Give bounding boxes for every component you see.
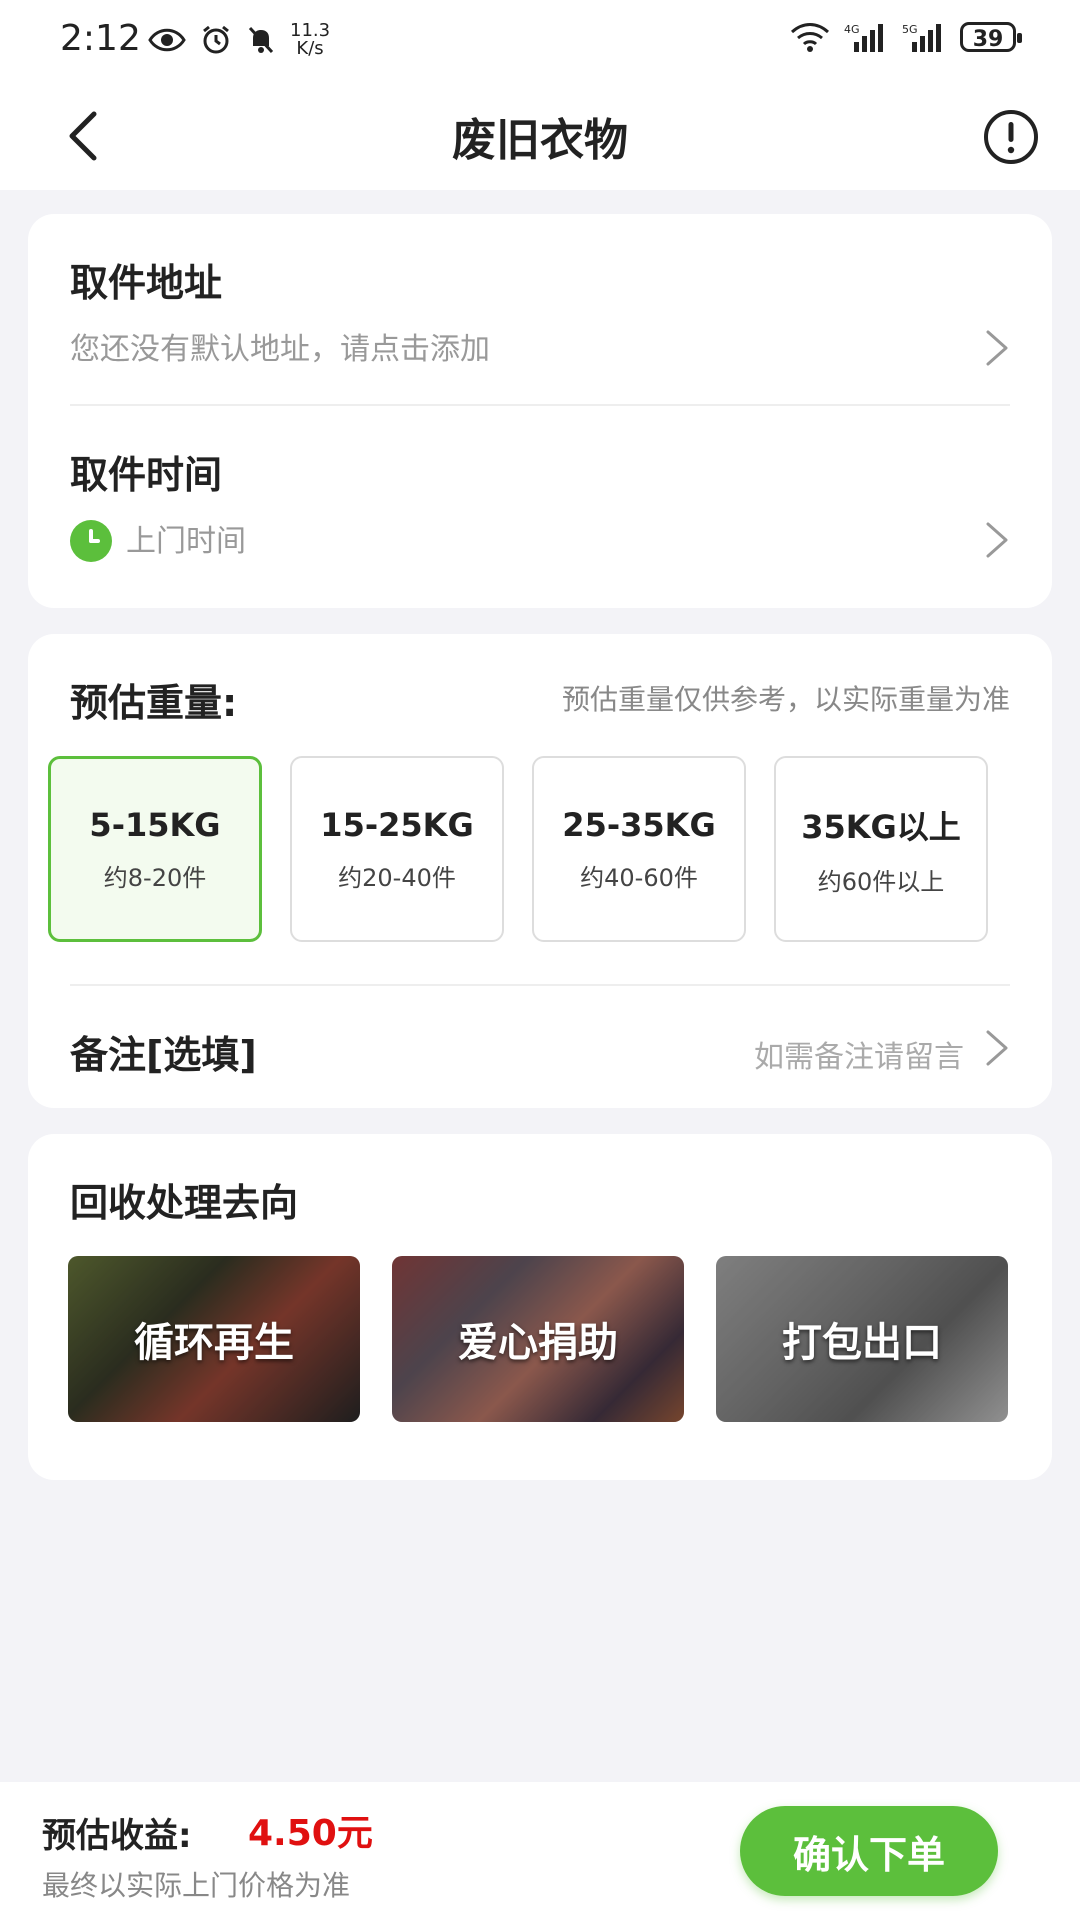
weight-title: 预估重量: xyxy=(70,681,238,725)
option-range: 35KG以上 xyxy=(801,807,961,846)
tile-label: 打包出口 xyxy=(782,1320,942,1366)
address-placeholder: 您还没有默认地址，请点击添加 xyxy=(70,332,490,367)
destination-tile-donate[interactable]: 爱心捐助 xyxy=(392,1256,684,1422)
divider xyxy=(70,984,1010,986)
weight-option-15-25[interactable]: 15-25KG 约20-40件 xyxy=(290,756,504,942)
divider xyxy=(70,404,1010,406)
time-row[interactable]: 上门时间 xyxy=(28,506,1052,576)
info-icon[interactable] xyxy=(982,108,1040,166)
option-range: 5-15KG xyxy=(89,805,221,844)
chevron-right-icon xyxy=(986,330,1008,366)
destination-title: 回收处理去向 xyxy=(70,1181,299,1225)
svg-text:5G: 5G xyxy=(902,23,918,36)
bottom-bar: 预估收益: 4.50元 最终以实际上门价格为准 确认下单 xyxy=(0,1782,1080,1920)
remark-row[interactable]: 备注[选填] 如需备注请留言 xyxy=(28,998,1052,1098)
option-count: 约60件以上 xyxy=(817,867,945,896)
status-bar: 2:12 11.3 K/s 4G 5G 39 xyxy=(0,0,1080,80)
signal-4g-icon: 4G xyxy=(844,23,883,52)
nav-bar: 废旧衣物 xyxy=(0,80,1080,190)
weight-options: 5-15KG 约8-20件 15-25KG 约20-40件 25-35KG 约4… xyxy=(48,756,988,942)
weight-option-35-plus[interactable]: 35KG以上 约60件以上 xyxy=(774,756,988,942)
weight-option-5-15[interactable]: 5-15KG 约8-20件 xyxy=(48,756,262,942)
chevron-right-icon xyxy=(986,1030,1008,1066)
svg-text:4G: 4G xyxy=(844,23,860,36)
earnings-label: 预估收益: xyxy=(42,1816,192,1856)
signal-5g-icon: 5G xyxy=(902,23,941,52)
option-count: 约8-20件 xyxy=(103,863,207,892)
weight-note: 预估重量仅供参考，以实际重量为准 xyxy=(561,683,1010,716)
wifi-icon xyxy=(790,23,830,52)
tile-label: 爱心捐助 xyxy=(458,1320,618,1366)
mute-bell-icon xyxy=(248,26,274,54)
earnings-note: 最终以实际上门价格为准 xyxy=(42,1869,351,1902)
confirm-order-button[interactable]: 确认下单 xyxy=(740,1806,998,1896)
option-range: 15-25KG xyxy=(320,805,474,844)
destination-tile-recycle[interactable]: 循环再生 xyxy=(68,1256,360,1422)
pickup-card: 取件地址 您还没有默认地址，请点击添加 取件时间 上门时间 xyxy=(28,214,1052,608)
clock-icon xyxy=(70,520,112,562)
destination-card: 回收处理去向 循环再生 爱心捐助 打包出口 xyxy=(28,1134,1052,1480)
address-row[interactable]: 您还没有默认地址，请点击添加 xyxy=(28,314,1052,384)
status-right-icons: 4G 5G 39 xyxy=(790,22,1022,52)
chevron-right-icon xyxy=(986,522,1008,558)
destination-tiles: 循环再生 爱心捐助 打包出口 xyxy=(68,1256,1008,1422)
time-placeholder: 上门时间 xyxy=(126,524,246,559)
remark-title: 备注[选填] xyxy=(70,1033,257,1077)
battery-level: 39 xyxy=(972,27,1004,52)
alarm-icon xyxy=(203,25,229,54)
network-speed: 11.3 K/s xyxy=(290,22,330,58)
option-count: 约20-40件 xyxy=(338,863,456,892)
earnings-value: 4.50元 xyxy=(248,1813,373,1854)
option-range: 25-35KG xyxy=(562,805,716,844)
battery-icon: 39 xyxy=(960,22,1022,52)
status-left-icons: 11.3 K/s xyxy=(148,22,330,58)
network-speed-text: 11.3 K/s xyxy=(290,20,331,59)
destination-tile-export[interactable]: 打包出口 xyxy=(716,1256,1008,1422)
address-title: 取件地址 xyxy=(70,261,223,305)
weight-card: 预估重量: 预估重量仅供参考，以实际重量为准 5-15KG 约8-20件 15-… xyxy=(28,634,1052,1108)
weight-option-25-35[interactable]: 25-35KG 约40-60件 xyxy=(532,756,746,942)
page-title: 废旧衣物 xyxy=(452,115,628,166)
time-title: 取件时间 xyxy=(70,453,223,497)
eye-icon xyxy=(148,28,186,52)
tile-label: 循环再生 xyxy=(134,1320,294,1366)
option-count: 约40-60件 xyxy=(580,863,698,892)
remark-hint: 如需备注请留言 xyxy=(754,1040,964,1075)
status-time: 2:12 xyxy=(60,18,141,59)
